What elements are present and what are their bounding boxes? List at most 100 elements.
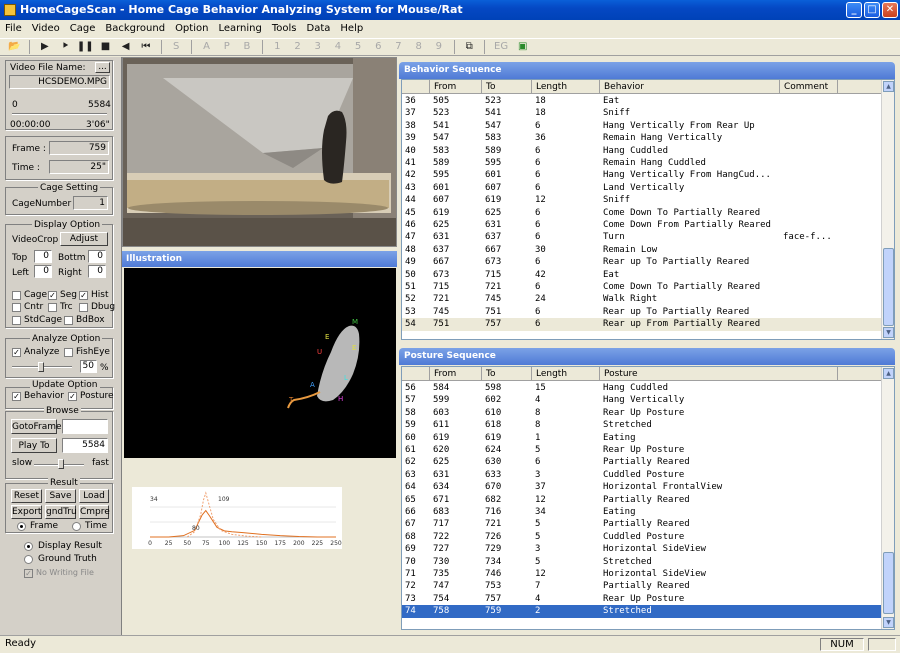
cntr-checkbox[interactable]: [12, 303, 21, 312]
pause-button[interactable]: ❚❚: [77, 39, 94, 55]
eg-button[interactable]: EG: [491, 39, 511, 55]
posture-row[interactable]: 70 730 734 5 Stretched: [402, 556, 883, 568]
behavior-col-length[interactable]: Length: [532, 80, 600, 94]
mode-3-button[interactable]: 3: [309, 39, 326, 55]
behavior-row[interactable]: 39 547 583 36 Remain Hang Vertically: [402, 132, 883, 144]
play-step-button[interactable]: ⯈: [57, 39, 74, 55]
menu-help[interactable]: Help: [335, 20, 368, 38]
ground-truth-radio[interactable]: [24, 555, 33, 564]
behavior-row[interactable]: 54 751 757 6 Rear up From Partially Reared: [402, 318, 883, 331]
menu-background[interactable]: Background: [100, 20, 170, 38]
behavior-sequence-list[interactable]: From To Length Behavior Comment 36 505 523…: [401, 79, 895, 340]
posture-row[interactable]: 74 758 759 2 Stretched: [402, 605, 883, 618]
posture-row[interactable]: 68 722 726 5 Cuddled Posture: [402, 531, 883, 543]
rewind-start-button[interactable]: ⏮: [137, 39, 154, 55]
browse-file-button[interactable]: ...: [95, 62, 110, 73]
playto-button[interactable]: Play To: [11, 438, 57, 453]
behavior-row[interactable]: 52 721 745 24 Walk Right: [402, 293, 883, 305]
mode-a-button[interactable]: A: [198, 39, 215, 55]
bdbox-checkbox[interactable]: [64, 316, 73, 325]
menu-file[interactable]: File: [0, 20, 27, 38]
menu-learning[interactable]: Learning: [213, 20, 266, 38]
mode-1-button[interactable]: 1: [269, 39, 286, 55]
trc-checkbox[interactable]: [48, 303, 57, 312]
cmpre-button[interactable]: Cmpre: [79, 505, 110, 519]
behavior-row[interactable]: 42 595 601 6 Hang Vertically From HangCud...: [402, 169, 883, 181]
display-result-radio[interactable]: [24, 542, 33, 551]
posture-row[interactable]: 66 683 716 34 Eating: [402, 506, 883, 518]
posture-row[interactable]: 62 625 630 6 Partially Reared: [402, 456, 883, 468]
minimize-button[interactable]: _: [846, 2, 862, 18]
crop-right-input[interactable]: 0: [88, 265, 106, 278]
posture-row[interactable]: 71 735 746 12 Horizontal SideView: [402, 568, 883, 580]
stdcage-checkbox[interactable]: [12, 316, 21, 325]
mode-6-button[interactable]: 6: [370, 39, 387, 55]
save-button[interactable]: Save: [45, 489, 76, 503]
posture-row[interactable]: 72 747 753 7 Partially Reared: [402, 580, 883, 592]
menu-data[interactable]: Data: [302, 20, 336, 38]
crop-bottom-input[interactable]: 0: [88, 250, 106, 263]
behavior-row[interactable]: 50 673 715 42 Eat: [402, 269, 883, 281]
behavior-row[interactable]: 44 607 619 12 Sniff: [402, 194, 883, 206]
cage-checkbox[interactable]: [12, 291, 21, 300]
posture-col-from[interactable]: From: [430, 367, 482, 381]
posture-row[interactable]: 60 619 619 1 Eating: [402, 432, 883, 444]
behavior-row[interactable]: 45 619 625 6 Come Down To Partially Reared: [402, 207, 883, 219]
posture-row[interactable]: 57 599 602 4 Hang Vertically: [402, 394, 883, 406]
mode-9-button[interactable]: 9: [430, 39, 447, 55]
posture-sequence-list[interactable]: From To Length Posture 56 584 598 15 Hang Cu…: [401, 366, 895, 630]
video-view[interactable]: [122, 57, 397, 247]
posture-col-posture[interactable]: Posture: [600, 367, 838, 381]
camera-icon[interactable]: ▣: [514, 39, 531, 55]
crop-top-input[interactable]: 0: [34, 250, 52, 263]
posture-row[interactable]: 58 603 610 8 Rear Up Posture: [402, 407, 883, 419]
position-slider-track[interactable]: [12, 113, 107, 115]
behavior-scrollbar[interactable]: ▲ ▼: [881, 80, 894, 339]
behavior-row[interactable]: 53 745 751 6 Rear up To Partially Reared: [402, 306, 883, 318]
analyze-checkbox[interactable]: ✓: [12, 348, 21, 357]
behavior-row[interactable]: 51 715 721 6 Come Down To Partially Reared: [402, 281, 883, 293]
posture-col-to[interactable]: To: [482, 367, 532, 381]
mode-b-button[interactable]: B: [238, 39, 255, 55]
seg-checkbox[interactable]: ✓: [48, 291, 57, 300]
behavior-row[interactable]: 40 583 589 6 Hang Cuddled: [402, 145, 883, 157]
load-button[interactable]: Load: [79, 489, 109, 503]
mode-4-button[interactable]: 4: [329, 39, 346, 55]
playto-input[interactable]: 5584: [62, 438, 108, 453]
menu-video[interactable]: Video: [27, 20, 65, 38]
menu-tools[interactable]: Tools: [267, 20, 302, 38]
behavior-col-to[interactable]: To: [482, 80, 532, 94]
scroll-up-icon[interactable]: ▲: [883, 81, 894, 92]
posture-scroll-thumb[interactable]: [883, 552, 894, 614]
posture-row[interactable]: 63 631 633 3 Cuddled Posture: [402, 469, 883, 481]
menu-option[interactable]: Option: [170, 20, 213, 38]
hist-checkbox[interactable]: ✓: [79, 291, 88, 300]
gotoframe-input[interactable]: [62, 419, 108, 434]
behavior-row[interactable]: 37 523 541 18 Sniff: [402, 107, 883, 119]
time-radio[interactable]: [72, 522, 81, 531]
fisheye-checkbox[interactable]: [64, 348, 73, 357]
menu-cage[interactable]: Cage: [65, 20, 101, 38]
speed-slider-thumb[interactable]: [58, 459, 64, 469]
close-button[interactable]: ✕: [882, 2, 898, 18]
behavior-update-checkbox[interactable]: ✓: [12, 392, 21, 401]
mode-5-button[interactable]: 5: [350, 39, 367, 55]
posture-col-length[interactable]: Length: [532, 367, 600, 381]
behavior-row[interactable]: 43 601 607 6 Land Vertically: [402, 182, 883, 194]
mode-8-button[interactable]: 8: [410, 39, 427, 55]
behavior-row[interactable]: 36 505 523 18 Eat: [402, 95, 883, 107]
mode-7-button[interactable]: 7: [390, 39, 407, 55]
gotoframe-button[interactable]: GotoFrame: [11, 419, 62, 434]
behavior-row[interactable]: 38 541 547 6 Hang Vertically From Rear Up: [402, 120, 883, 132]
frame-radio[interactable]: [17, 522, 26, 531]
behavior-row[interactable]: 46 625 631 6 Come Down From Partially Reared: [402, 219, 883, 231]
gndtru-button[interactable]: gndTru: [45, 505, 77, 519]
maximize-button[interactable]: □: [864, 2, 880, 18]
play-button[interactable]: ▶: [36, 39, 53, 55]
posture-row[interactable]: 73 754 757 4 Rear Up Posture: [402, 593, 883, 605]
posture-update-checkbox[interactable]: ✓: [68, 392, 77, 401]
posture-row[interactable]: 67 717 721 5 Partially Reared: [402, 518, 883, 530]
posture-row[interactable]: 56 584 598 15 Hang Cuddled: [402, 382, 883, 394]
reset-button[interactable]: Reset: [11, 489, 42, 503]
behavior-row[interactable]: 48 637 667 30 Remain Low: [402, 244, 883, 256]
